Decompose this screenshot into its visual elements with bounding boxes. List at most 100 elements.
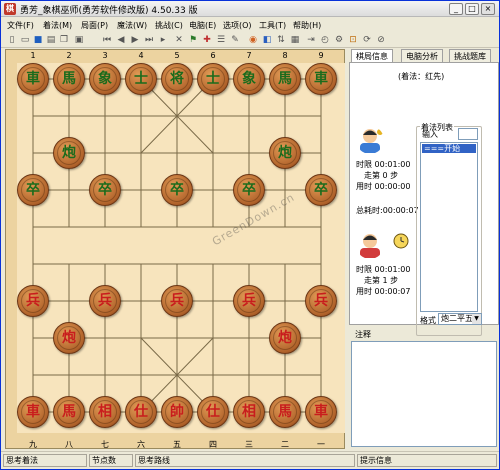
red-piece[interactable]: 相 [233, 396, 265, 428]
next-move-icon[interactable]: ▶ [129, 34, 141, 46]
timer-icon[interactable]: ◴ [319, 34, 331, 46]
settings-icon[interactable]: ⚙ [333, 34, 345, 46]
tab-challenge-bank[interactable]: 挑战题库 [449, 49, 491, 63]
stop-icon[interactable]: ⊘ [375, 34, 387, 46]
black-piece[interactable]: 士 [125, 63, 157, 95]
menu-options[interactable]: 选项(O) [223, 20, 252, 31]
red-piece[interactable]: 馬 [269, 396, 301, 428]
black-piece[interactable]: 馬 [269, 63, 301, 95]
piece-label: 士 [129, 67, 153, 91]
chess-board[interactable]: GreenDown.cn 車馬象士将士象馬車炮炮卒卒卒卒卒兵兵兵兵兵炮炮車馬相仕… [17, 63, 345, 433]
black-piece[interactable]: 将 [161, 63, 193, 95]
tab-computer-analysis[interactable]: 电脑分析 [401, 49, 443, 63]
edit-icon[interactable]: ✎ [229, 34, 241, 46]
analyze-icon[interactable]: ⚑ [187, 34, 199, 46]
piece-label: 車 [21, 67, 45, 91]
movelist-box[interactable]: ===开始=== [420, 142, 478, 312]
window-title: 勇芳_象棋巫师(勇芳软件修改版) 4.50.33 版 [20, 6, 198, 16]
piece-label: 相 [93, 400, 117, 424]
column-numbers-bottom: 九 八 七 六 五 四 三 二 一 [6, 438, 346, 450]
black-piece[interactable]: 卒 [305, 174, 337, 206]
menu-moves[interactable]: 着法(M) [43, 20, 72, 31]
chevron-down-icon[interactable]: ▼ [472, 314, 481, 324]
red-piece[interactable]: 馬 [53, 396, 85, 428]
red-piece[interactable]: 炮 [53, 322, 85, 354]
black-piece[interactable]: 卒 [17, 174, 49, 206]
movelist-item-selected[interactable]: ===开始=== [422, 144, 476, 162]
first-move-icon[interactable]: ⏮ [101, 34, 113, 46]
piece-label: 馬 [57, 400, 81, 424]
new-icon[interactable]: ▯ [6, 34, 18, 46]
menu-tools[interactable]: 工具(T) [259, 20, 286, 31]
menu-magic[interactable]: 魔法(W) [117, 20, 147, 31]
red-piece[interactable]: 兵 [89, 285, 121, 317]
red-piece[interactable]: 帥 [161, 396, 193, 428]
black-piece[interactable]: 士 [197, 63, 229, 95]
last-move-icon[interactable]: ⏭ [143, 34, 155, 46]
status-hint: 提示信息 [357, 454, 497, 467]
black-piece[interactable]: 卒 [89, 174, 121, 206]
black-piece[interactable]: 象 [233, 63, 265, 95]
paste-icon[interactable]: ▣ [73, 34, 85, 46]
piece-label: 卒 [93, 178, 117, 202]
minimize-button[interactable]: _ [449, 3, 463, 15]
red-piece[interactable]: 兵 [305, 285, 337, 317]
step-icon[interactable]: ⇥ [305, 34, 317, 46]
tab-game-info[interactable]: 棋局信息 [351, 49, 393, 63]
red-piece[interactable]: 炮 [269, 322, 301, 354]
computer-icon[interactable]: ◧ [261, 34, 273, 46]
menu-computer[interactable]: 电脑(E) [189, 20, 216, 31]
red-piece[interactable]: 兵 [161, 285, 193, 317]
red-piece[interactable]: 車 [17, 396, 49, 428]
column-number: 四 [209, 440, 217, 449]
menu-position[interactable]: 局面(P) [81, 20, 108, 31]
color-icon[interactable]: ◉ [247, 34, 259, 46]
red-piece[interactable]: 兵 [233, 285, 265, 317]
notes-textarea[interactable] [351, 341, 497, 447]
column-number: 9 [318, 51, 324, 60]
maximize-button[interactable]: □ [465, 3, 479, 15]
format-select[interactable]: 炮二平五 ▼ [438, 313, 482, 325]
piece-label: 仕 [201, 400, 225, 424]
red-piece[interactable]: 兵 [17, 285, 49, 317]
total-time: 总耗时:00:00:07 [356, 206, 419, 215]
black-piece[interactable]: 馬 [53, 63, 85, 95]
tab-bar: 棋局信息 电脑分析 挑战题库 [349, 49, 499, 63]
board-icon[interactable]: ▦ [289, 34, 301, 46]
print-icon[interactable]: ▤ [45, 34, 57, 46]
piece-label: 炮 [57, 141, 81, 165]
menu-help[interactable]: 帮助(H) [293, 20, 321, 31]
menu-file[interactable]: 文件(F) [7, 20, 34, 31]
black-piece[interactable]: 卒 [233, 174, 265, 206]
red-piece[interactable]: 相 [89, 396, 121, 428]
black-piece[interactable]: 車 [305, 63, 337, 95]
close-button[interactable]: × [481, 3, 495, 15]
black-piece[interactable]: 炮 [53, 137, 85, 169]
prev-move-icon[interactable]: ◀ [115, 34, 127, 46]
black-piece[interactable]: 車 [17, 63, 49, 95]
turn-indicator: (着法：红先) [398, 72, 445, 81]
move-input[interactable] [458, 128, 478, 140]
refresh-icon[interactable]: ⟳ [361, 34, 373, 46]
black-piece[interactable]: 卒 [161, 174, 193, 206]
black-piece[interactable]: 炮 [269, 137, 301, 169]
save-icon[interactable]: ■ [32, 34, 44, 46]
flip-icon[interactable]: ⇅ [275, 34, 287, 46]
red-piece[interactable]: 仕 [125, 396, 157, 428]
red-piece[interactable]: 仕 [197, 396, 229, 428]
piece-label: 車 [21, 400, 45, 424]
piece-label: 仕 [129, 400, 153, 424]
open-icon[interactable]: ▭ [19, 34, 31, 46]
black-piece[interactable]: 象 [89, 63, 121, 95]
hint-icon[interactable]: ✚ [201, 34, 213, 46]
column-number: 三 [245, 440, 253, 449]
delete-icon[interactable]: ✕ [173, 34, 185, 46]
menu-challenge[interactable]: 挑战(C) [155, 20, 183, 31]
red-piece[interactable]: 車 [305, 396, 337, 428]
play-icon[interactable]: ▸ [157, 34, 169, 46]
copy-icon[interactable]: ❐ [58, 34, 70, 46]
column-number: 8 [282, 51, 288, 60]
lock-icon[interactable]: ⊡ [347, 34, 359, 46]
menu-bar: 文件(F) 着法(M) 局面(P) 魔法(W) 挑战(C) 电脑(E) 选项(O… [1, 18, 499, 32]
list-icon[interactable]: ☰ [215, 34, 227, 46]
